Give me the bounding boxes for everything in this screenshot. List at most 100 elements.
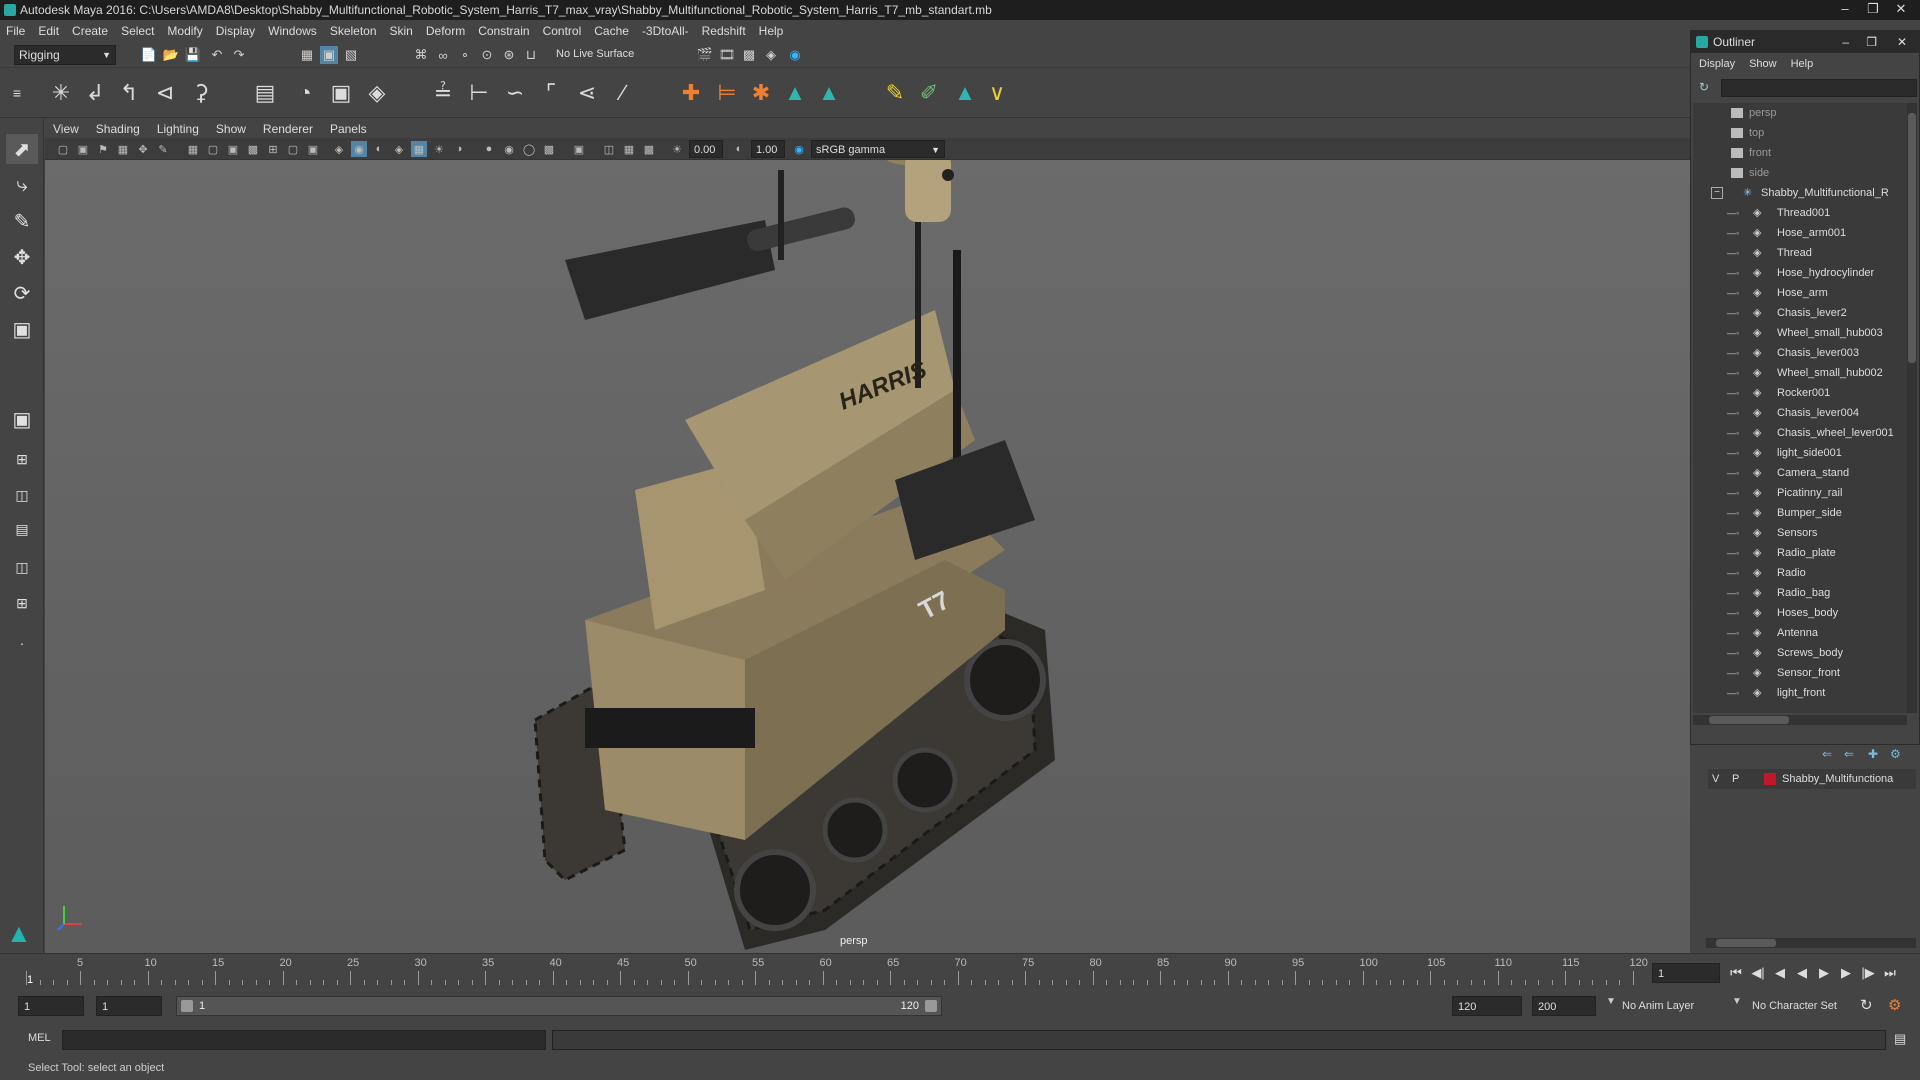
ipr-render-icon[interactable]: 🎞 [718, 46, 736, 64]
open-scene-icon[interactable]: 📂 [162, 46, 180, 64]
outliner-item[interactable]: ◈ Radio —◦ [1693, 563, 1907, 583]
playback-start-field[interactable]: 1 [96, 996, 162, 1016]
live-surface-label[interactable]: No Live Surface [556, 48, 634, 60]
minimize-button[interactable]: – [1832, 0, 1858, 18]
menu-help[interactable]: Help [759, 24, 784, 38]
point-constraint-icon[interactable]: ⊢ [464, 78, 494, 108]
wire-on-shaded-icon[interactable]: ◈ [391, 141, 407, 157]
redshift-render-icon[interactable]: ◉ [786, 46, 804, 64]
select-tool-icon[interactable]: ⬈ [6, 134, 38, 164]
menu-select[interactable]: Select [121, 24, 154, 38]
outliner-item[interactable]: ◈ Thread001 —◦ [1693, 203, 1907, 223]
exposure-field[interactable]: 0.00 [689, 140, 723, 158]
menuset-dropdown[interactable]: Rigging ▼ [14, 45, 116, 65]
outliner-item[interactable]: ◈ Radio_bag —◦ [1693, 583, 1907, 603]
shelf-settings-icon[interactable]: ≡ [8, 78, 26, 108]
outliner-item[interactable]: ◈ Bumper_side —◦ [1693, 503, 1907, 523]
snap-point-icon[interactable]: ∘ [456, 46, 474, 64]
film-gate-icon[interactable]: ▢ [205, 141, 221, 157]
layer-color-swatch[interactable] [1764, 773, 1776, 785]
outliner-item[interactable]: ◈ Chasis_lever004 —◦ [1693, 403, 1907, 423]
gate-mask-icon[interactable]: ▩ [245, 141, 261, 157]
menu-edit[interactable]: Edit [38, 24, 59, 38]
snap-view-icon[interactable]: ⊙ [478, 46, 496, 64]
layer-options-icon[interactable]: ⚙ [1890, 747, 1901, 761]
vp-menu-renderer[interactable]: Renderer [263, 122, 313, 136]
outliner-item[interactable]: ◈ Camera_stand —◦ [1693, 463, 1907, 483]
menu-modify[interactable]: Modify [167, 24, 202, 38]
safe-action-icon[interactable]: ▢ [285, 141, 301, 157]
outliner-item-side[interactable]: side [1693, 163, 1907, 183]
command-input[interactable] [62, 1030, 546, 1050]
outliner-item-top[interactable]: top [1693, 123, 1907, 143]
outliner-item[interactable]: ◈ Hoses_body —◦ [1693, 603, 1907, 623]
command-language[interactable]: MEL [28, 1032, 51, 1044]
outliner-item[interactable]: ◈ Hose_hydrocylinder —◦ [1693, 263, 1907, 283]
default-material-icon[interactable]: ◐ [371, 141, 387, 157]
outliner-item[interactable]: ◈ Radio_plate —◦ [1693, 543, 1907, 563]
xray-components-icon[interactable]: ▩ [641, 141, 657, 157]
xray-joints-icon[interactable]: ▦ [621, 141, 637, 157]
outliner-horizontal-scrollbar[interactable] [1693, 715, 1907, 725]
outliner-item[interactable]: ◈ Chasis_lever2 —◦ [1693, 303, 1907, 323]
range-slider[interactable]: 1 120 [176, 996, 942, 1016]
menu-cache[interactable]: Cache [594, 24, 629, 38]
paint-select-icon[interactable]: ✎ [6, 206, 38, 236]
scale-tool-icon[interactable]: ▣ [6, 314, 38, 344]
restore-button[interactable]: ❐ [1860, 0, 1886, 18]
layer-new-selected-icon[interactable]: ⇐ [1844, 747, 1854, 761]
outliner-item[interactable]: ◈ Wheel_small_hub003 —◦ [1693, 323, 1907, 343]
outliner-item-front[interactable]: front [1693, 143, 1907, 163]
outliner-menu-show[interactable]: Show [1749, 58, 1777, 70]
locator-icon[interactable]: ✚ [676, 78, 706, 108]
outliner-item-root[interactable]: ✳ Shabby_Multifunctional_R − [1693, 183, 1907, 203]
menu-deform[interactable]: Deform [426, 24, 465, 38]
maya-m-icon[interactable]: ▲ [780, 78, 810, 108]
anim-layer-dropdown[interactable]: No Anim Layer [1622, 996, 1732, 1016]
menu-constrain[interactable]: Constrain [478, 24, 529, 38]
safe-title-icon[interactable]: ▣ [305, 141, 321, 157]
persp-graph-icon[interactable]: ▤ [6, 514, 38, 544]
hypershade-layout-icon[interactable]: ⊞ [6, 588, 38, 618]
xray-icon[interactable]: ◫ [601, 141, 617, 157]
range-handle-right[interactable] [925, 1000, 937, 1012]
menu-redshift[interactable]: Redshift [702, 24, 746, 38]
camera-icon[interactable]: ▢ [55, 141, 71, 157]
layer-row[interactable]: V P Shabby_Multifunctiona [1708, 769, 1916, 789]
auto-key-icon[interactable]: ↻ [1860, 996, 1873, 1014]
pole-vector-icon[interactable]: ∕ [608, 78, 638, 108]
layer-playback-toggle[interactable]: P [1732, 769, 1739, 789]
outliner-item[interactable]: ◈ Screws_body —◦ [1693, 643, 1907, 663]
motion-blur-icon[interactable]: ◉ [501, 141, 517, 157]
outliner-menu-display[interactable]: Display [1699, 58, 1735, 70]
select-component-icon[interactable]: ▧ [342, 46, 360, 64]
human-ik-icon[interactable]: ⚳ [186, 78, 216, 108]
bookmark-icon[interactable]: ⚑ [95, 141, 111, 157]
go-to-start-icon[interactable]: ⏮ [1727, 964, 1745, 982]
smooth-bind-icon[interactable]: ▤ [250, 78, 280, 108]
persp-outliner-icon[interactable]: ◫ [6, 552, 38, 582]
start-time-field[interactable]: 1 [18, 996, 84, 1016]
current-frame-field[interactable]: 1 [1652, 963, 1720, 983]
menu-file[interactable]: File [6, 24, 25, 38]
vp-menu-lighting[interactable]: Lighting [157, 122, 199, 136]
script-editor-icon[interactable]: ▤ [1894, 1031, 1912, 1049]
character-set-dropdown[interactable]: No Character Set [1752, 996, 1862, 1016]
outliner-item[interactable]: ◈ light_side001 —◦ [1693, 443, 1907, 463]
menu-skin[interactable]: Skin [390, 24, 413, 38]
vp-menu-panels[interactable]: Panels [330, 122, 367, 136]
single-view-icon[interactable]: ▣ [6, 404, 38, 434]
field-chart-icon[interactable]: ⊞ [265, 141, 281, 157]
outliner-close-button[interactable]: ✕ [1897, 31, 1907, 53]
step-back-frame-icon[interactable]: ◀ [1771, 964, 1789, 982]
vp-menu-view[interactable]: View [53, 122, 79, 136]
outliner-menu-help[interactable]: Help [1791, 58, 1814, 70]
outliner-item[interactable]: ◈ Thread —◦ [1693, 243, 1907, 263]
playback-end-field[interactable]: 120 [1452, 996, 1522, 1016]
parent-constraint-icon[interactable]: ≟ [428, 78, 458, 108]
close-button[interactable]: ✕ [1888, 0, 1914, 18]
menu-skeleton[interactable]: Skeleton [330, 24, 377, 38]
paint-weights-icon[interactable]: ✎ [880, 78, 910, 108]
filter-icon[interactable]: ↻ [1699, 80, 1713, 94]
redo-icon[interactable]: ↷ [230, 46, 248, 64]
